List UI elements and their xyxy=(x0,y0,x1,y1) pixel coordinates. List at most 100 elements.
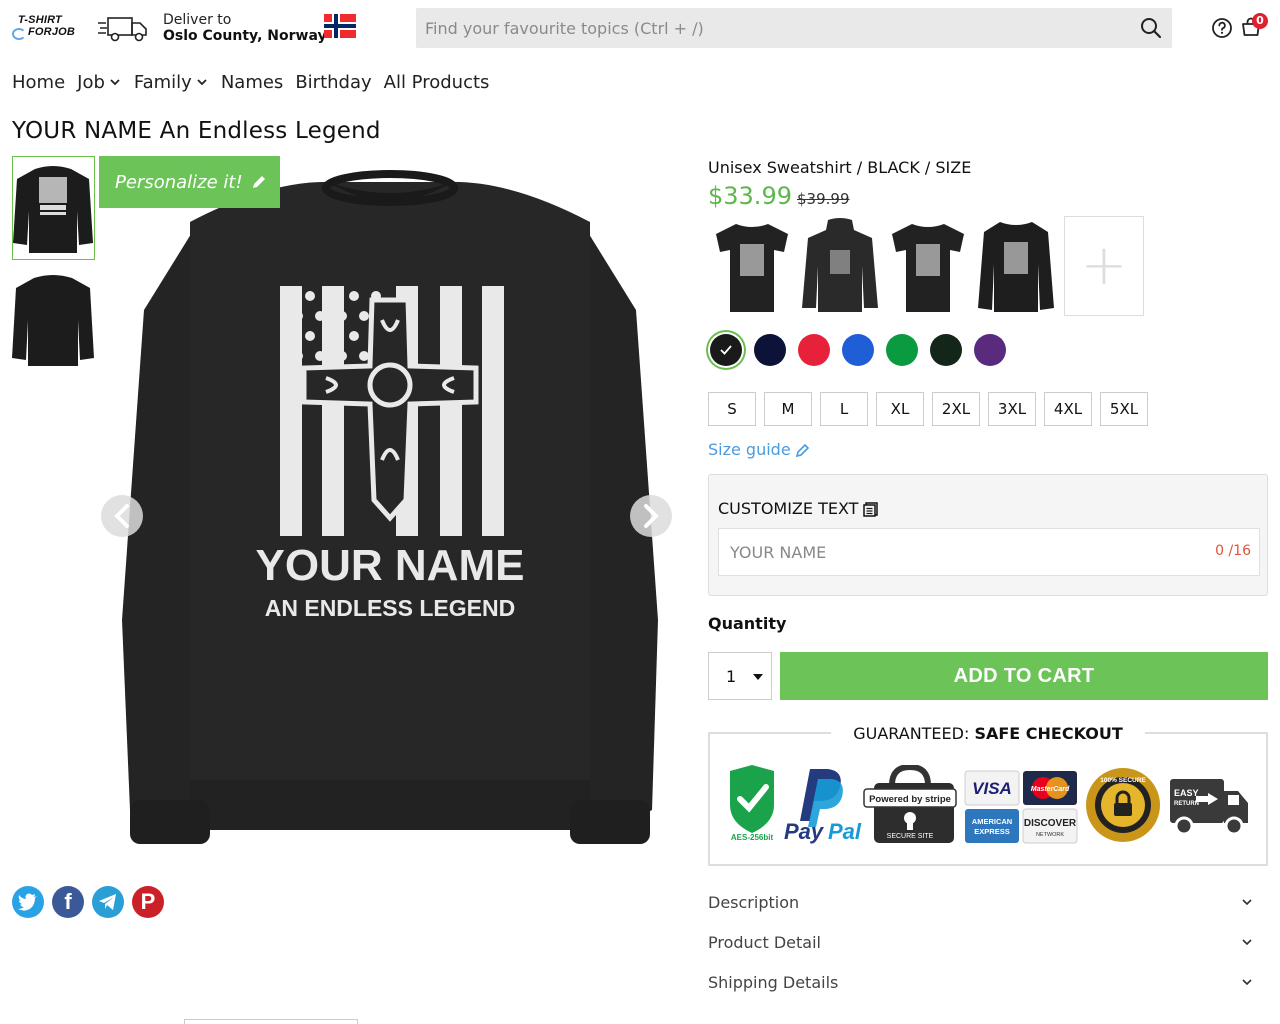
color-swatch-navy[interactable] xyxy=(754,334,786,366)
nav-item-job[interactable]: Job xyxy=(77,70,122,94)
delivery-location[interactable]: Oslo County, Norway xyxy=(163,28,327,44)
aes-shield-icon: AES-256bit xyxy=(730,765,774,842)
help-icon[interactable] xyxy=(1211,17,1233,39)
color-swatch-forest-green[interactable] xyxy=(930,334,962,366)
gallery-prev-button[interactable] xyxy=(101,495,143,537)
gallery-next-button[interactable] xyxy=(630,495,672,537)
document-icon xyxy=(863,501,879,517)
paypal-word-pay: Pay xyxy=(784,819,825,844)
nav-label: Family xyxy=(133,71,192,93)
style-option-hoodie[interactable] xyxy=(800,216,880,316)
twitter-icon[interactable] xyxy=(12,886,44,918)
chevron-down-icon xyxy=(110,79,120,86)
check-icon xyxy=(720,345,732,355)
size-option-3xl[interactable]: 3XL xyxy=(988,392,1036,426)
color-swatch-royal-blue[interactable] xyxy=(842,334,874,366)
bottom-panel-edge xyxy=(184,1019,358,1024)
facebook-icon[interactable]: f xyxy=(52,886,84,918)
amex-label-2: EXPRESS xyxy=(974,827,1009,836)
color-swatch-purple[interactable] xyxy=(974,334,1006,366)
nav-label: Names xyxy=(220,71,284,93)
accordion-label: Shipping Details xyxy=(708,972,839,992)
character-counter: 0 /16 xyxy=(1215,543,1251,559)
nav-label: Home xyxy=(12,71,66,93)
chevron-down-icon xyxy=(1242,899,1252,906)
color-swatch-red[interactable] xyxy=(798,334,830,366)
style-option-tshirt[interactable] xyxy=(712,216,792,316)
size-option-4xl[interactable]: 4XL xyxy=(1044,392,1092,426)
gallery-thumbnail-back[interactable] xyxy=(12,270,95,374)
size-option-xl[interactable]: XL xyxy=(876,392,924,426)
quantity-select[interactable]: 1 xyxy=(708,652,772,700)
accordion-product-detail[interactable]: Product Detail xyxy=(708,930,1268,954)
page-title: YOUR NAME An Endless Legend xyxy=(12,118,381,144)
size-guide-link[interactable]: Size guide xyxy=(708,440,810,459)
nav-item-family[interactable]: Family xyxy=(134,70,209,94)
size-option-2xl[interactable]: 2XL xyxy=(932,392,980,426)
nav-label: All Products xyxy=(383,71,490,93)
personalize-label: Personalize it! xyxy=(115,171,243,193)
size-option-s[interactable]: S xyxy=(708,392,756,426)
nav-item-all-products[interactable]: All Products xyxy=(384,70,490,94)
telegram-icon[interactable] xyxy=(92,886,124,918)
size-selector: S M L XL 2XL 3XL 4XL 5XL xyxy=(708,392,1148,426)
nav-item-names[interactable]: Names xyxy=(221,70,283,94)
nav-item-birthday[interactable]: Birthday xyxy=(295,70,371,94)
add-style-button[interactable]: + xyxy=(1064,216,1144,316)
pinterest-icon[interactable]: P xyxy=(132,886,164,918)
color-swatch-black[interactable] xyxy=(710,334,742,366)
trust-badges: AES-256bit Pay Pal Powered by stripe SEC… xyxy=(730,765,1248,844)
guarantee-strong: SAFE CHECKOUT xyxy=(974,724,1123,743)
size-option-l[interactable]: L xyxy=(820,392,868,426)
search-input[interactable] xyxy=(416,8,1126,48)
mastercard-label: MasterCard xyxy=(1031,786,1070,793)
caret-down-icon xyxy=(753,674,763,680)
color-selector xyxy=(710,334,1006,366)
personalize-button[interactable]: Personalize it! xyxy=(99,156,280,208)
size-option-5xl[interactable]: 5XL xyxy=(1100,392,1148,426)
visa-label: VISA xyxy=(972,779,1012,798)
discover-label: DISCOVER xyxy=(1024,818,1077,829)
search-bar xyxy=(416,8,1172,48)
product-old-price: $39.99 xyxy=(797,190,850,208)
chevron-down-icon xyxy=(1242,979,1252,986)
secure-seal-label: 100% SECURE xyxy=(1100,777,1146,784)
print-tagline-text: AN ENDLESS LEGEND xyxy=(265,595,515,621)
chevron-left-icon xyxy=(114,504,129,528)
size-option-m[interactable]: M xyxy=(764,392,812,426)
customize-title: CUSTOMIZE TEXT xyxy=(718,499,879,518)
cart-count-badge: 0 xyxy=(1252,13,1268,29)
site-logo[interactable]: T-SHIRT FORJOB xyxy=(12,14,82,44)
secure-seal-icon: 100% SECURE xyxy=(1086,768,1160,842)
color-swatch-kelly-green[interactable] xyxy=(886,334,918,366)
logo-text-bottom: FORJOB xyxy=(28,26,76,38)
stripe-secure-icon: Powered by stripe SECURE SITE xyxy=(863,765,957,843)
deliver-to-label: Deliver to xyxy=(163,12,232,28)
nav-item-home[interactable]: Home xyxy=(12,70,65,94)
main-nav: Home Job Family Names Birthday All Produ… xyxy=(12,70,501,94)
paypal-word-pal: Pal xyxy=(828,819,862,844)
style-option-tshirt-2[interactable] xyxy=(888,216,968,316)
amex-label-1: AMERICAN xyxy=(972,817,1012,826)
payment-cards-icon: VISA MasterCard AMERICAN EXPRESS DISCOVE… xyxy=(964,770,1078,844)
accordion-shipping-details[interactable]: Shipping Details xyxy=(708,970,1268,994)
print-name-text: YOUR NAME xyxy=(256,541,525,590)
customize-title-label: CUSTOMIZE TEXT xyxy=(718,499,859,518)
search-icon[interactable] xyxy=(1140,17,1162,39)
style-selector: + xyxy=(712,216,1144,316)
return-label-1: EASY xyxy=(1174,788,1199,798)
guarantee-prefix: GUARANTEED: xyxy=(853,724,970,743)
add-to-cart-button[interactable]: ADD TO CART xyxy=(780,652,1268,700)
plus-icon: + xyxy=(1080,233,1128,298)
norway-flag-icon[interactable] xyxy=(324,14,356,38)
return-label-2: RETURN xyxy=(1174,801,1199,807)
customize-text-field: 0 /16 xyxy=(718,528,1260,576)
style-option-sweatshirt[interactable] xyxy=(976,216,1056,316)
logo-text-top: T-SHIRT xyxy=(18,14,62,26)
gallery-thumbnail-front[interactable] xyxy=(12,156,95,260)
accordion-label: Product Detail xyxy=(708,932,821,952)
product-price: $33.99 xyxy=(708,182,792,210)
custom-name-input[interactable] xyxy=(719,529,1199,575)
safe-checkout-title: GUARANTEED: SAFE CHECKOUT xyxy=(831,724,1145,743)
accordion-description[interactable]: Description xyxy=(708,890,1268,914)
